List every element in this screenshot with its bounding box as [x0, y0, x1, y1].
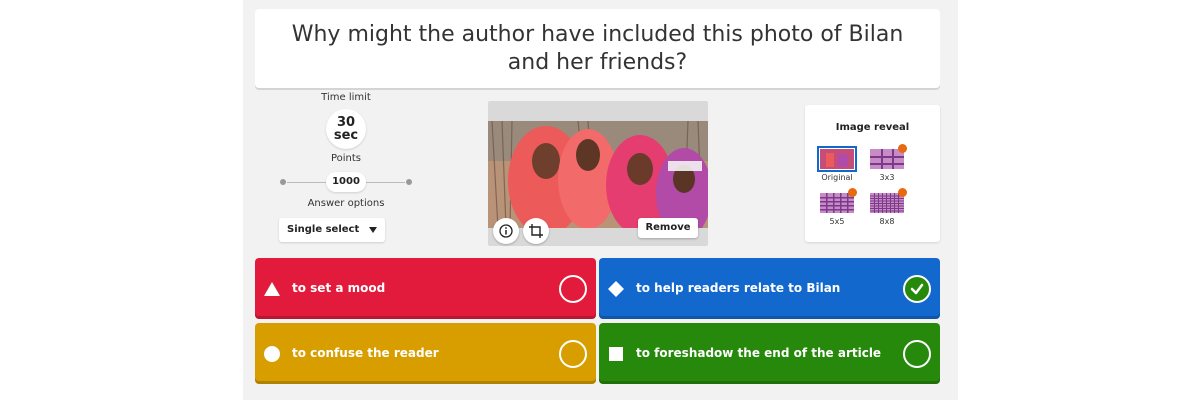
premium-crown-icon	[898, 188, 907, 197]
reveal-thumb-5x5	[820, 188, 857, 213]
time-limit-label: Time limit	[321, 92, 371, 103]
question-photo	[488, 121, 708, 228]
answer-text[interactable]: to set a mood	[292, 258, 385, 319]
mark-correct-toggle[interactable]	[903, 275, 931, 303]
reveal-option-3x3[interactable]: 3x3	[869, 144, 907, 182]
answer-options-label: Answer options	[307, 198, 385, 209]
reveal-thumb-3x3	[870, 144, 907, 169]
mark-correct-toggle[interactable]	[559, 340, 587, 368]
answer-text[interactable]: to confuse the reader	[292, 323, 439, 384]
info-icon	[499, 224, 513, 238]
points-max-dot[interactable]	[406, 179, 412, 185]
points-min-dot[interactable]	[280, 179, 286, 185]
reveal-label-5x5: 5x5	[829, 217, 845, 226]
answer-option-2[interactable]: to help readers relate to Bilan	[599, 258, 940, 319]
checkmark-icon	[910, 283, 924, 295]
answer-text[interactable]: to help readers relate to Bilan	[636, 258, 840, 319]
circle-icon	[264, 346, 280, 362]
mark-correct-toggle[interactable]	[903, 340, 931, 368]
answer-option-1[interactable]: to set a mood	[255, 258, 596, 319]
answer-text[interactable]: to foreshadow the end of the article	[636, 323, 881, 384]
image-reveal-panel: Image reveal Original 3x3 5x5 8x8	[805, 105, 940, 242]
reveal-label-8x8: 8x8	[879, 217, 895, 226]
mark-correct-toggle[interactable]	[559, 275, 587, 303]
image-crop-button[interactable]	[523, 218, 549, 244]
reveal-thumb-original	[817, 146, 857, 172]
points-slider[interactable]: 1000	[271, 168, 421, 196]
answer-option-3[interactable]: to confuse the reader	[255, 323, 596, 384]
answer-option-4[interactable]: to foreshadow the end of the article	[599, 323, 940, 384]
time-limit-unit: sec	[333, 128, 359, 143]
diamond-icon	[608, 281, 624, 297]
answer-options-select[interactable]: Single select	[279, 218, 385, 242]
reveal-option-5x5[interactable]: 5x5	[819, 188, 857, 226]
question-settings: Time limit 30 sec Points 1000 Answer opt…	[271, 92, 421, 242]
points-label: Points	[330, 153, 362, 164]
crop-icon	[529, 224, 543, 238]
answer-options-value: Single select	[287, 224, 360, 235]
triangle-icon	[264, 282, 280, 296]
reveal-label-original: Original	[821, 173, 853, 182]
remove-image-button[interactable]: Remove	[638, 218, 698, 238]
chevron-down-icon	[369, 227, 377, 233]
reveal-option-original[interactable]: Original	[817, 146, 857, 182]
premium-crown-icon	[898, 144, 907, 153]
reveal-thumb-8x8	[870, 188, 907, 213]
reveal-label-3x3: 3x3	[879, 173, 895, 182]
square-icon	[609, 347, 623, 361]
quiz-editor-canvas: Why might the author have included this …	[243, 0, 958, 400]
media-frame: Remove	[488, 101, 708, 246]
question-card[interactable]: Why might the author have included this …	[255, 9, 940, 88]
image-reveal-title: Image reveal	[835, 122, 910, 133]
time-limit-button[interactable]: 30 sec	[326, 109, 366, 149]
image-info-button[interactable]	[493, 218, 519, 244]
points-value[interactable]: 1000	[326, 172, 366, 192]
reveal-option-8x8[interactable]: 8x8	[869, 188, 907, 226]
premium-crown-icon	[848, 188, 857, 197]
question-text[interactable]: Why might the author have included this …	[275, 21, 920, 77]
